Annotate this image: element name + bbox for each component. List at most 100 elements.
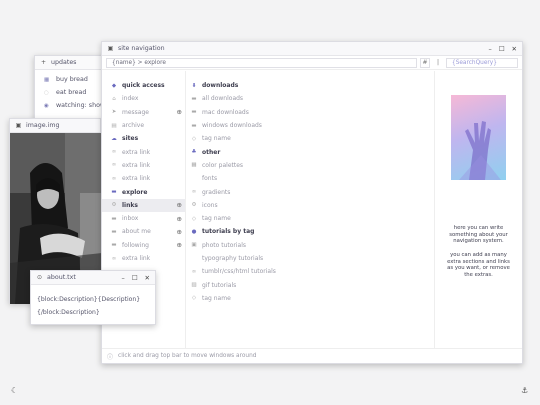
maximize-button[interactable]: ☐: [499, 45, 505, 53]
nav-titlebar[interactable]: ▣ site navigation – ☐ ✕: [102, 42, 522, 56]
nav-item-tag-name[interactable]: ◇ tag name: [186, 292, 434, 305]
nav-label: color palettes: [202, 161, 244, 169]
minimize-button[interactable]: –: [488, 45, 491, 53]
nav-label: extra link: [122, 148, 151, 156]
info-icon: ⊙: [36, 274, 43, 281]
nav-label: fonts: [202, 175, 218, 183]
hash-button[interactable]: #: [420, 57, 430, 68]
close-button[interactable]: ✕: [145, 274, 150, 282]
link-icon: ∞: [191, 268, 197, 275]
nav-item-following[interactable]: ▬ following ⊕: [102, 239, 185, 252]
nav-item-all-downloads[interactable]: ▬ all downloads: [186, 92, 434, 105]
folder-icon: ▬: [191, 109, 197, 116]
nav-label: tag name: [202, 294, 231, 302]
gear-icon: ⚙: [191, 202, 197, 209]
nav-label: quick access: [122, 82, 165, 90]
nav-item-links[interactable]: ⚙ links ⊕: [102, 198, 185, 212]
nav-item-index[interactable]: ⌂ index: [102, 92, 185, 105]
grid-icon: ▦: [44, 76, 50, 83]
nav-label: archive: [122, 122, 145, 130]
moon-icon[interactable]: ☾: [11, 386, 18, 395]
add-icon[interactable]: ⊕: [177, 201, 182, 209]
plus-icon: +: [40, 59, 47, 66]
nav-section-other: ♣ other: [186, 145, 434, 158]
address-bar: {name} > explore # | {SearchQuery}: [102, 56, 522, 70]
nav-item-tumblr-css-html-tutorials[interactable]: ∞ tumblr/css/html tutorials: [186, 265, 434, 278]
nav-item-extra-link[interactable]: ∞ extra link: [102, 159, 185, 172]
nav-label: downloads: [202, 82, 239, 90]
nav-item-gif-tutorials[interactable]: ▨ gif tutorials: [186, 278, 434, 291]
nav-item-color-palettes[interactable]: ▦ color palettes: [186, 159, 434, 172]
nav-label: tutorials by tag: [202, 228, 255, 236]
eye-icon: ◉: [44, 102, 49, 109]
add-icon[interactable]: ⊕: [177, 108, 182, 116]
nav-item-mac-downloads[interactable]: ▬ mac downloads: [186, 106, 434, 119]
separator-icon: |: [436, 59, 440, 66]
about-title: about.txt: [47, 274, 76, 281]
nav-label: other: [202, 148, 221, 156]
nav-label: extra link: [122, 161, 151, 169]
grid-icon: ▦: [191, 162, 197, 169]
nav-item-photo-tutorials[interactable]: ▣ photo tutorials: [186, 239, 434, 252]
nav-item-tag-name[interactable]: ◇ tag name: [186, 132, 434, 145]
nav-item-typography-tutorials[interactable]: typography tutorials: [186, 252, 434, 265]
nav-label: explore: [122, 188, 148, 196]
add-icon[interactable]: ⊕: [177, 241, 182, 249]
nav-label: about me: [122, 228, 151, 236]
anchor-icon[interactable]: ⚓: [521, 386, 528, 395]
tag-icon: ◇: [191, 135, 197, 142]
maximize-button[interactable]: ☐: [132, 274, 138, 282]
about-line-1: {block:Description}{Description}: [37, 296, 141, 303]
nav-label: following: [122, 241, 149, 249]
address-field[interactable]: {name} > explore: [106, 57, 417, 68]
preview-image: [451, 95, 506, 180]
status-bar: ⓘ click and drag top bar to move windows…: [102, 348, 522, 363]
nav-label: all downloads: [202, 95, 244, 103]
nav-item-extra-link[interactable]: ∞ extra link: [102, 252, 185, 265]
folder-icon: ▬: [191, 95, 197, 102]
nav-item-extra-link[interactable]: ∞ extra link: [102, 145, 185, 158]
gear-icon: ⚙: [111, 202, 117, 209]
home-icon: ⌂: [112, 95, 116, 102]
gif-icon: ▨: [191, 282, 197, 289]
nav-item-tag-name[interactable]: ◇ tag name: [186, 212, 434, 225]
add-icon[interactable]: ⊕: [177, 228, 182, 236]
nav-label: sites: [122, 135, 139, 143]
nav-item-extra-link[interactable]: ∞ extra link: [102, 172, 185, 185]
about-titlebar[interactable]: ⊙ about.txt – ☐ ✕: [31, 271, 155, 285]
link-icon: ∞: [191, 189, 197, 196]
image-titlebar[interactable]: ▣ image.img: [10, 119, 100, 133]
status-text: click and drag top bar to move windows a…: [118, 353, 257, 359]
circle-icon: ○: [44, 89, 49, 96]
link-icon: ∞: [111, 175, 117, 182]
nav-section-explore: ▬ explore: [102, 185, 185, 198]
tag-icon: ◇: [191, 295, 197, 302]
nav-preview: here you can write something about your …: [435, 71, 522, 348]
nav-description: here you can write something about your …: [447, 225, 510, 278]
nav-item-icons[interactable]: ⚙ icons: [186, 199, 434, 212]
nav-section-downloads: ⬇ downloads: [186, 79, 434, 92]
close-button[interactable]: ✕: [512, 45, 517, 53]
nav-item-fonts[interactable]: fonts: [186, 172, 434, 185]
minimize-button[interactable]: –: [121, 274, 124, 282]
add-icon[interactable]: ⊕: [177, 215, 182, 223]
folder-icon: ▬: [111, 189, 117, 196]
nav-item-gradients[interactable]: ∞ gradients: [186, 185, 434, 198]
nav-item-message[interactable]: ➤ message ⊕: [102, 106, 185, 119]
nav-label: index: [122, 95, 139, 103]
search-input[interactable]: {SearchQuery}: [446, 57, 518, 68]
link-icon: ∞: [111, 149, 117, 156]
nav-content: ⬇ downloads ▬ all downloads ▬ mac downloads ▬ w…: [186, 71, 435, 348]
nav-item-windows-downloads[interactable]: ▬ windows downloads: [186, 119, 434, 132]
nav-item-archive[interactable]: ▤ archive: [102, 119, 185, 132]
nav-label: inbox: [122, 215, 139, 223]
shapes-icon: ♣: [191, 149, 197, 156]
archive-icon: ▤: [111, 122, 117, 129]
nav-item-about-me[interactable]: ▬ about me ⊕: [102, 225, 185, 238]
image-icon: ▣: [15, 122, 22, 129]
about-window: ⊙ about.txt – ☐ ✕ {block:Description}{De…: [30, 270, 156, 325]
cloud-icon: ☁: [111, 135, 117, 142]
send-icon: ➤: [111, 109, 117, 116]
nav-item-inbox[interactable]: ▬ inbox ⊕: [102, 212, 185, 225]
nav-label: typography tutorials: [202, 255, 264, 262]
